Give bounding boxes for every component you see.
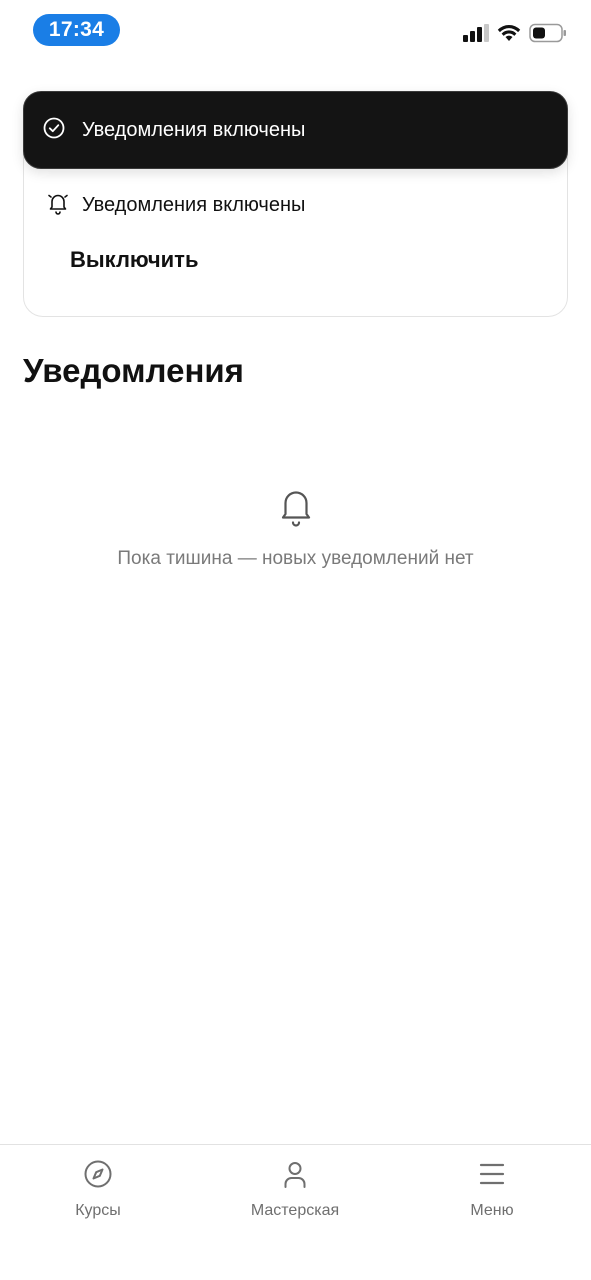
notifications-status-row: Уведомления включены <box>46 191 305 220</box>
wifi-icon <box>497 24 521 47</box>
nav-item-courses[interactable]: Курсы <box>18 1159 178 1220</box>
disable-notifications-button[interactable]: Выключить <box>70 247 198 273</box>
hamburger-menu-icon <box>477 1159 507 1194</box>
nav-label-workshop: Мастерская <box>250 1202 340 1219</box>
status-icons <box>463 22 567 48</box>
bell-ringing-icon <box>46 191 70 220</box>
toast-text: Уведомления включены <box>82 118 306 141</box>
nav-item-workshop[interactable]: Мастерская <box>215 1159 375 1220</box>
page-title: Уведомления <box>23 352 244 389</box>
bell-icon <box>278 487 314 532</box>
nav-label-courses: Курсы <box>75 1202 121 1219</box>
check-circle-icon <box>42 116 66 145</box>
toast-notification: Уведомления включены <box>23 91 568 169</box>
status-bar: 17:34 <box>0 0 591 60</box>
notifications-screen: 17:34 Уведомления включены Выключить Уве… <box>0 0 591 1280</box>
battery-icon <box>529 23 567 48</box>
user-icon <box>280 1159 310 1194</box>
bottom-navigation: Курсы Мастерская Меню <box>0 1144 591 1280</box>
compass-icon <box>83 1159 113 1194</box>
notifications-status-text: Уведомления включены <box>82 194 306 216</box>
status-time: 17:34 <box>33 14 120 46</box>
nav-item-menu[interactable]: Меню <box>412 1159 572 1220</box>
empty-state-text: Пока тишина — новых уведомлений нет <box>117 548 474 569</box>
empty-state: Пока тишина — новых уведомлений нет <box>0 487 591 570</box>
nav-label-menu: Меню <box>470 1202 514 1219</box>
cellular-signal-icon <box>463 23 489 47</box>
